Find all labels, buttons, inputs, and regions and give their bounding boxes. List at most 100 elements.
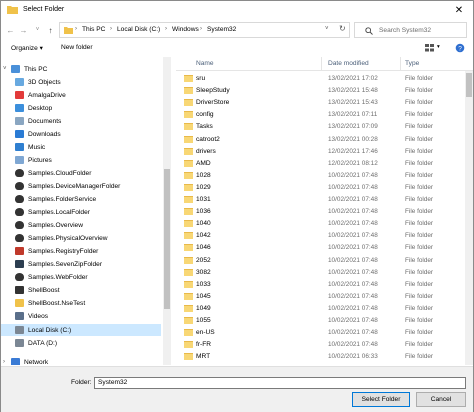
file-type: File folder — [405, 256, 434, 264]
up-arrow-icon[interactable]: ↑ — [45, 23, 56, 37]
recent-chevron-icon[interactable]: ˅ — [32, 23, 43, 37]
sidebar-item-samples-physicaloverview[interactable]: Samples.PhysicalOverview — [15, 232, 108, 244]
navigation-bar: ← → ˅ ↑ › This PC › Local Disk (C:) › Wi… — [1, 19, 473, 41]
sidebar-item-data-d[interactable]: DATA (D:) — [15, 337, 57, 349]
column-header-type[interactable]: Type — [405, 60, 419, 67]
registry-icon — [15, 247, 24, 255]
penguin-icon — [15, 234, 24, 242]
table-row[interactable]: 1049 10/02/2021 07:48 File folder — [176, 303, 466, 314]
view-options-icon[interactable] — [425, 44, 434, 52]
column-divider[interactable] — [400, 57, 401, 71]
amalgadrive-icon — [15, 91, 24, 99]
table-row[interactable]: config 13/02/2021 07:11 File folder — [176, 109, 466, 120]
close-button[interactable]: ✕ — [445, 1, 473, 19]
organize-button[interactable]: Organize ▾ — [11, 44, 43, 52]
table-row[interactable]: 2052 10/02/2021 07:48 File folder — [176, 255, 466, 266]
table-row[interactable]: MRT 10/02/2021 06:33 File folder — [176, 351, 466, 362]
folder-name-input[interactable]: System32 — [94, 377, 466, 389]
column-divider[interactable] — [321, 57, 322, 71]
music-icon — [15, 143, 24, 151]
help-icon[interactable]: ? — [455, 43, 465, 53]
file-name: catroot2 — [196, 135, 220, 143]
sidebar-item-shellboost[interactable]: ShellBoost — [15, 284, 60, 296]
table-row[interactable]: 1046 10/02/2021 07:48 File folder — [176, 242, 466, 253]
address-bar[interactable]: › This PC › Local Disk (C:) › Windows › … — [59, 22, 350, 38]
file-list-scrollbar-thumb[interactable] — [466, 73, 472, 97]
sidebar-item-shellboost-nsetest[interactable]: ShellBoost.NseTest — [15, 297, 85, 309]
pc-icon — [11, 65, 20, 73]
sidebar-item-amalgadrive[interactable]: AmalgaDrive — [15, 89, 66, 101]
sidebar-item-3d-objects[interactable]: 3D Objects — [15, 76, 61, 88]
table-row[interactable]: 1045 10/02/2021 07:48 File folder — [176, 291, 466, 302]
breadcrumb-this-pc[interactable]: This PC — [82, 26, 105, 33]
table-row[interactable]: catroot2 13/02/2021 00:28 File folder — [176, 134, 466, 145]
sidebar-item-samples-cloudfolder[interactable]: Samples.CloudFolder — [15, 167, 91, 179]
sidebar-item-samples-registryfolder[interactable]: Samples.RegistryFolder — [15, 245, 98, 257]
breadcrumb-local-disk[interactable]: Local Disk (C:) — [117, 26, 160, 33]
refresh-icon[interactable]: ↻ — [339, 24, 346, 33]
table-row[interactable]: sru 13/02/2021 17:02 File folder — [176, 73, 466, 84]
folder-icon — [184, 280, 193, 288]
sidebar-item-samples-webfolder[interactable]: Samples.WebFolder — [15, 271, 88, 283]
sidebar-item-label: Local Disk (C:) — [28, 326, 72, 334]
cancel-button[interactable]: Cancel — [416, 392, 466, 407]
expand-chevron-icon[interactable]: ˅ — [3, 66, 11, 72]
file-name: 1033 — [196, 280, 211, 288]
file-date: 13/02/2021 15:43 — [328, 99, 378, 107]
table-row[interactable]: 1028 10/02/2021 07:48 File folder — [176, 170, 466, 181]
file-date: 10/02/2021 07:48 — [328, 341, 378, 349]
table-row[interactable]: AMD 12/02/2021 08:12 File folder — [176, 158, 466, 169]
sidebar-item-videos[interactable]: Videos — [15, 310, 48, 322]
table-row[interactable]: en-US 10/02/2021 07:48 File folder — [176, 327, 466, 338]
select-folder-button[interactable]: Select Folder — [352, 392, 410, 407]
table-row[interactable]: 3082 10/02/2021 07:48 File folder — [176, 267, 466, 278]
sidebar-item-documents[interactable]: Documents — [15, 115, 61, 127]
view-dropdown-icon[interactable]: ▾ — [437, 44, 440, 50]
column-header-name[interactable]: Name — [196, 60, 214, 67]
breadcrumb-system32[interactable]: System32 — [207, 26, 236, 33]
folder-icon — [184, 123, 193, 131]
table-row[interactable]: DriverStore 13/02/2021 15:43 File folder — [176, 97, 466, 108]
forward-arrow-icon[interactable]: → — [18, 23, 29, 37]
file-name: 1049 — [196, 304, 211, 312]
address-dropdown-icon[interactable]: ˅ — [325, 26, 329, 32]
sidebar-item-samples-sevenzipfolder[interactable]: Samples.SevenZipFolder — [15, 258, 102, 270]
sidebar-item-music[interactable]: Music — [15, 141, 45, 153]
file-name: 1029 — [196, 183, 211, 191]
breadcrumb-windows[interactable]: Windows — [172, 26, 199, 33]
collapse-chevron-icon[interactable]: › — [3, 359, 11, 365]
sidebar-item-desktop[interactable]: Desktop — [15, 102, 52, 114]
file-date: 10/02/2021 07:48 — [328, 317, 378, 324]
sidebar-item-samples-overview[interactable]: Samples.Overview — [15, 219, 83, 231]
table-row[interactable]: fr-FR 10/02/2021 07:48 File folder — [176, 339, 466, 350]
file-type: File folder — [405, 147, 434, 155]
table-row[interactable]: 1031 10/02/2021 07:48 File folder — [176, 194, 466, 205]
sidebar-item-network[interactable]: › Network — [3, 356, 48, 365]
table-row[interactable]: 1036 10/02/2021 07:48 File folder — [176, 206, 466, 217]
column-header-date[interactable]: Date modified — [328, 60, 369, 67]
file-date: 10/02/2021 07:48 — [328, 256, 378, 264]
sidebar-item-this-pc[interactable]: ˅ This PC — [3, 63, 47, 75]
table-row[interactable]: 1033 10/02/2021 07:48 File folder — [176, 279, 466, 290]
table-row[interactable]: Tasks 13/02/2021 07:09 File folder — [176, 121, 466, 132]
table-row[interactable]: 1055 10/02/2021 07:48 File folder — [176, 315, 466, 326]
sidebar-item-pictures[interactable]: Pictures — [15, 154, 52, 166]
sidebar-item-label: Music — [28, 143, 46, 151]
table-row[interactable]: drivers 12/02/2021 17:46 File folder — [176, 146, 466, 157]
back-arrow-icon[interactable]: ← — [5, 23, 16, 37]
sidebar-item-downloads[interactable]: Downloads — [15, 128, 61, 140]
navigation-scrollbar-thumb[interactable] — [164, 169, 170, 309]
table-row[interactable]: 1040 10/02/2021 07:48 File folder — [176, 218, 466, 229]
sidebar-item-local-disk-c[interactable]: Local Disk (C:) — [1, 324, 161, 336]
file-list-scrollbar[interactable] — [465, 71, 473, 365]
table-row[interactable]: 1029 10/02/2021 07:48 File folder — [176, 182, 466, 193]
sidebar-item-samples-folderservice[interactable]: Samples.FolderService — [15, 193, 96, 205]
sidebar-item-samples-devicemanagerfolder[interactable]: Samples.DeviceManagerFolder — [15, 180, 120, 192]
table-row[interactable]: 1042 10/02/2021 07:48 File folder — [176, 230, 466, 241]
file-name: 2052 — [196, 256, 211, 264]
search-box[interactable]: Search System32 — [354, 22, 467, 38]
column-header-row: Name Date modified Type — [176, 57, 473, 71]
sidebar-item-samples-localfolder[interactable]: Samples.LocalFolder — [15, 206, 90, 218]
new-folder-button[interactable]: New folder — [61, 44, 93, 51]
table-row[interactable]: SleepStudy 13/02/2021 15:48 File folder — [176, 85, 466, 96]
